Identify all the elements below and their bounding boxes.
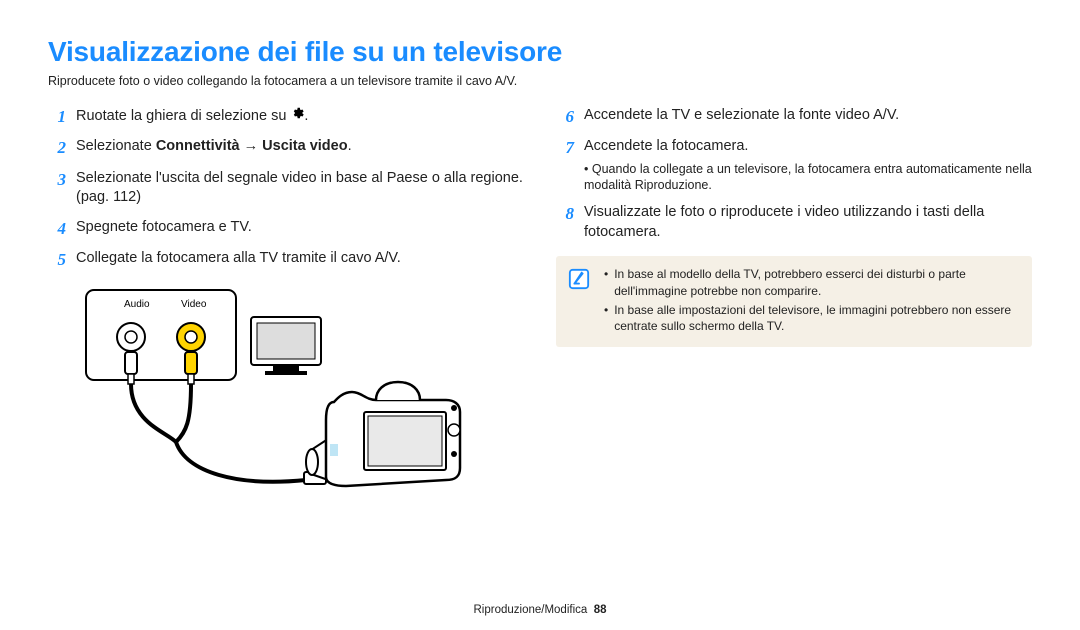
step-text: Selezionate Connettività → Uscita video.: [76, 137, 352, 157]
step-number: 4: [48, 218, 66, 239]
step-number: 7: [556, 137, 574, 158]
connection-diagram: Audio Video: [76, 282, 524, 537]
step-text: Selezionate l'uscita del segnale video i…: [76, 169, 524, 208]
step-4: 4 Spegnete fotocamera e TV.: [48, 218, 524, 239]
video-label: Video: [181, 299, 207, 310]
step-text-pre: Ruotate la ghiera di selezione su: [76, 108, 290, 124]
step-main-text: Accendete la fotocamera.: [584, 138, 748, 154]
step-1: 1 Ruotate la ghiera di selezione su .: [48, 106, 524, 127]
step-6: 6 Accendete la TV e selezionate la fonte…: [556, 106, 1032, 127]
footer-section: Riproduzione/Modifica: [474, 604, 588, 616]
step-arrow: →: [240, 138, 263, 154]
step-suffix: .: [348, 138, 352, 154]
step-number: 8: [556, 203, 574, 224]
step-prefix: Selezionate: [76, 138, 156, 154]
right-column: 6 Accendete la TV e selezionate la fonte…: [556, 106, 1032, 537]
step-number: 2: [48, 137, 66, 158]
step-text: Accendete la fotocamera. Quando la colle…: [584, 137, 1032, 193]
step-7: 7 Accendete la fotocamera. Quando la col…: [556, 137, 1032, 193]
step-text: Spegnete fotocamera e TV.: [76, 218, 252, 238]
left-column: 1 Ruotate la ghiera di selezione su . 2 …: [48, 106, 524, 537]
step-bold-2: Uscita video: [262, 138, 347, 154]
step-8: 8 Visualizzate le foto o riproducete i v…: [556, 203, 1032, 242]
note-box: In base al modello della TV, potrebbero …: [556, 256, 1032, 347]
step-text: Collegate la fotocamera alla TV tramite …: [76, 249, 401, 269]
page-footer: Riproduzione/Modifica 88: [0, 604, 1080, 616]
note-text: In base al modello della TV, potrebbero …: [614, 266, 1018, 298]
audio-label: Audio: [124, 299, 150, 310]
gear-icon: [290, 106, 304, 127]
note-text: In base alle impostazioni del televisore…: [614, 302, 1018, 334]
footer-page-number: 88: [594, 604, 607, 616]
step-text: Visualizzate le foto o riproducete i vid…: [584, 203, 1032, 242]
note-item: In base alle impostazioni del televisore…: [604, 302, 1018, 334]
step-text-post: .: [304, 108, 308, 124]
page-title: Visualizzazione dei file su un televisor…: [48, 36, 1032, 68]
step-number: 3: [48, 169, 66, 190]
content-columns: 1 Ruotate la ghiera di selezione su . 2 …: [48, 106, 1032, 537]
step-sub-text: Quando la collegate a un televisore, la …: [584, 161, 1032, 194]
step-bold-1: Connettività: [156, 138, 240, 154]
step-number: 5: [48, 249, 66, 270]
manual-page: Visualizzazione dei file su un televisor…: [0, 0, 1080, 630]
note-item: In base al modello della TV, potrebbero …: [604, 266, 1018, 298]
step-5: 5 Collegate la fotocamera alla TV tramit…: [48, 249, 524, 270]
info-icon: [568, 268, 590, 290]
step-text: Ruotate la ghiera di selezione su .: [76, 106, 308, 127]
page-subtitle: Riproducete foto o video collegando la f…: [48, 74, 1032, 88]
step-text: Accendete la TV e selezionate la fonte v…: [584, 106, 899, 126]
camera-illustration: [306, 382, 460, 486]
step-number: 1: [48, 106, 66, 127]
video-label-text: Video: [181, 299, 207, 310]
audio-label-text: Audio: [124, 299, 150, 310]
step-3: 3 Selezionate l'uscita del segnale video…: [48, 169, 524, 208]
step-2: 2 Selezionate Connettività → Uscita vide…: [48, 137, 524, 158]
step-number: 6: [556, 106, 574, 127]
